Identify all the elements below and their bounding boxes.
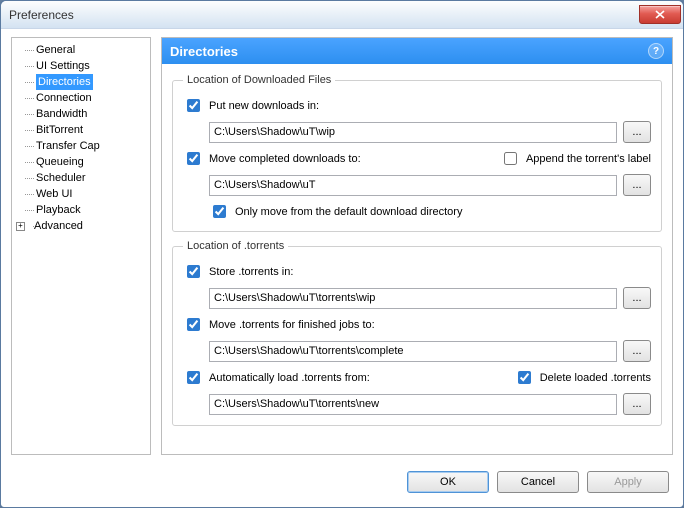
legend-downloaded-files: Location of Downloaded Files xyxy=(183,74,335,86)
sidebar-item-ui-settings[interactable]: ·····UI Settings xyxy=(14,58,148,74)
sidebar-item-bittorrent[interactable]: ·····BitTorrent xyxy=(14,122,148,138)
input-store-torrents-path[interactable] xyxy=(209,288,617,309)
window-title: Preferences xyxy=(9,8,639,22)
input-move-finished-path[interactable] xyxy=(209,341,617,362)
preferences-window: Preferences ·····General ·····UI Setting… xyxy=(0,0,684,508)
sidebar-item-playback[interactable]: ·····Playback xyxy=(14,202,148,218)
check-only-move-default[interactable] xyxy=(213,205,226,218)
legend-torrents-location: Location of .torrents xyxy=(183,240,288,252)
sidebar-item-connection[interactable]: ·····Connection xyxy=(14,90,148,106)
browse-put-new[interactable]: ... xyxy=(623,121,651,143)
sidebar-item-scheduler[interactable]: ·····Scheduler xyxy=(14,170,148,186)
sidebar-item-directories[interactable]: ·····Directories xyxy=(14,74,148,90)
check-delete-loaded[interactable] xyxy=(518,371,531,384)
sidebar: ·····General ·····UI Settings ·····Direc… xyxy=(11,37,151,455)
sidebar-item-transfer-cap[interactable]: ·····Transfer Cap xyxy=(14,138,148,154)
browse-move-finished[interactable]: ... xyxy=(623,340,651,362)
browse-move-completed[interactable]: ... xyxy=(623,174,651,196)
sidebar-item-queueing[interactable]: ·····Queueing xyxy=(14,154,148,170)
apply-button[interactable]: Apply xyxy=(587,471,669,493)
ok-button[interactable]: OK xyxy=(407,471,489,493)
label-move-finished: Move .torrents for finished jobs to: xyxy=(209,319,375,331)
panel-header: Directories ? xyxy=(162,38,672,64)
content-panel: Directories ? Location of Downloaded Fil… xyxy=(161,37,673,455)
panel-title: Directories xyxy=(170,44,238,59)
label-put-new-downloads: Put new downloads in: xyxy=(209,100,319,112)
label-move-completed: Move completed downloads to: xyxy=(209,153,361,165)
label-only-move-default: Only move from the default download dire… xyxy=(235,206,462,218)
input-move-completed-path[interactable] xyxy=(209,175,617,196)
footer: OK Cancel Apply xyxy=(1,461,683,503)
input-auto-load-path[interactable] xyxy=(209,394,617,415)
check-append-label[interactable] xyxy=(504,152,517,165)
check-move-finished[interactable] xyxy=(187,318,200,331)
fieldset-torrents-location: Location of .torrents Store .torrents in… xyxy=(172,240,662,426)
cancel-button[interactable]: Cancel xyxy=(497,471,579,493)
fieldset-downloaded-files: Location of Downloaded Files Put new dow… xyxy=(172,74,662,232)
sidebar-item-bandwidth[interactable]: ·····Bandwidth xyxy=(14,106,148,122)
label-delete-loaded: Delete loaded .torrents xyxy=(540,372,651,384)
browse-store-torrents[interactable]: ... xyxy=(623,287,651,309)
sidebar-item-web-ui[interactable]: ·····Web UI xyxy=(14,186,148,202)
label-store-torrents: Store .torrents in: xyxy=(209,266,293,278)
input-put-new-path[interactable] xyxy=(209,122,617,143)
label-auto-load: Automatically load .torrents from: xyxy=(209,372,370,384)
help-icon[interactable]: ? xyxy=(648,43,664,59)
sidebar-item-general[interactable]: ·····General xyxy=(14,42,148,58)
check-put-new-downloads[interactable] xyxy=(187,99,200,112)
sidebar-item-advanced[interactable]: +·Advanced xyxy=(14,218,148,234)
check-auto-load[interactable] xyxy=(187,371,200,384)
check-move-completed[interactable] xyxy=(187,152,200,165)
check-store-torrents[interactable] xyxy=(187,265,200,278)
close-icon xyxy=(655,10,665,19)
close-button[interactable] xyxy=(639,5,681,24)
expand-icon[interactable]: + xyxy=(16,222,25,231)
label-append-label: Append the torrent's label xyxy=(526,153,651,165)
browse-auto-load[interactable]: ... xyxy=(623,393,651,415)
titlebar: Preferences xyxy=(1,1,683,29)
